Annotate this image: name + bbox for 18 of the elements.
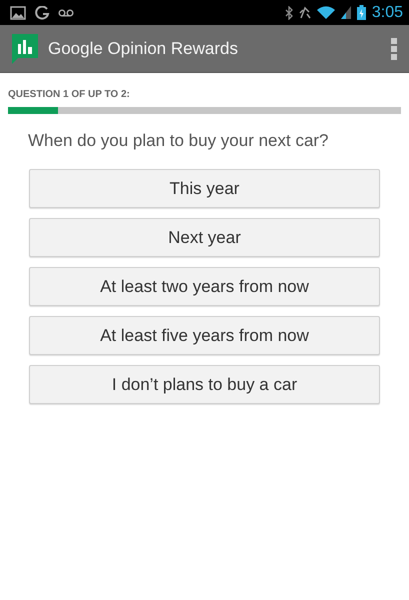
answer-button[interactable]: This year: [29, 169, 380, 208]
answer-button[interactable]: Next year: [29, 218, 380, 257]
image-icon: [10, 6, 26, 20]
progress-label: QUESTION 1 OF UP TO 2:: [8, 89, 131, 100]
wifi-icon: [316, 6, 335, 19]
question-text: When do you plan to buy your next car?: [28, 131, 330, 151]
menu-icon: [391, 38, 397, 60]
answer-button[interactable]: I don’t plans to buy a car: [29, 365, 380, 404]
status-time: 3:05: [372, 4, 403, 22]
answer-button[interactable]: At least five years from now: [29, 316, 380, 355]
voicemail-icon: [58, 8, 74, 16]
app-title: Google Opinion Rewards: [48, 38, 239, 58]
app-logo-icon: [12, 34, 38, 64]
bluetooth-icon: [284, 6, 293, 20]
answer-button[interactable]: At least two years from now: [29, 267, 380, 306]
signal-icon: [340, 6, 351, 19]
menu-button[interactable]: [391, 38, 397, 60]
battery-icon: [356, 5, 366, 20]
